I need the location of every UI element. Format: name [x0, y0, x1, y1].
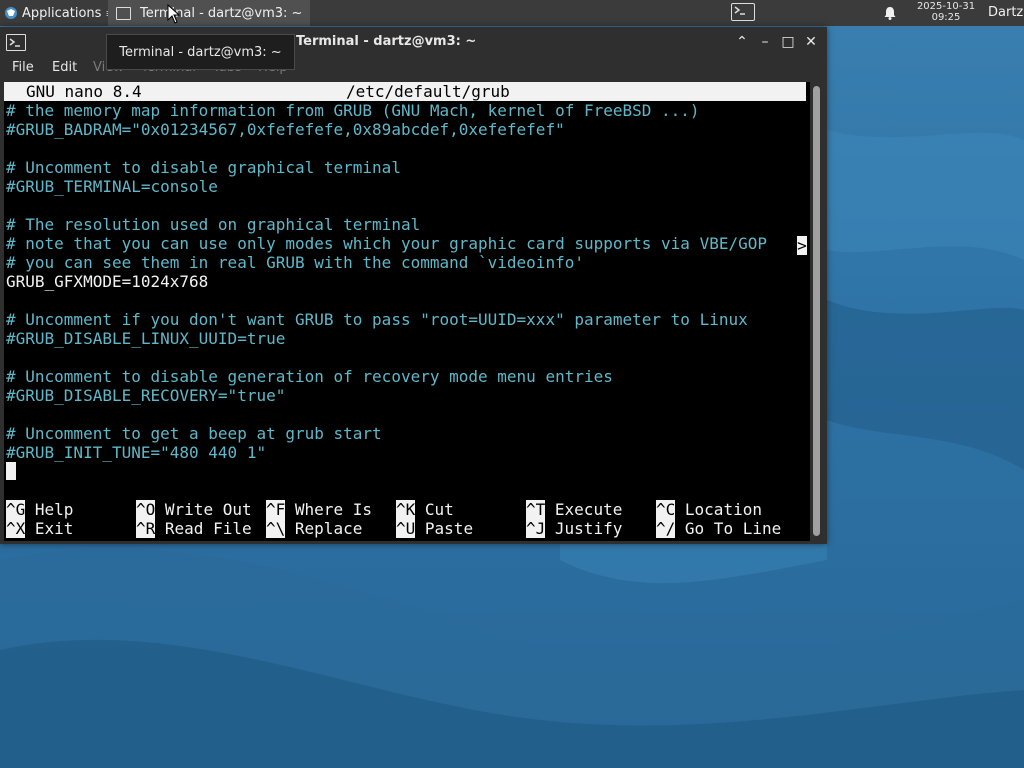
shortcut-key: ^R — [136, 519, 156, 538]
shortcut-key: ^C — [656, 500, 676, 519]
terminal-icon — [116, 6, 131, 20]
shortcut-label: Read File — [164, 519, 252, 538]
shortcut-location[interactable]: ^C Location — [656, 500, 762, 519]
shortcut-key: ^K — [396, 500, 416, 519]
shortcut-key: ^\ — [266, 519, 286, 538]
taskbar-terminal-label: Terminal - dartz@vm3: ~ — [140, 5, 303, 21]
nano-version: GNU nano 8.4 — [26, 82, 142, 101]
applications-menu-button[interactable]: Applications ≡ — [0, 0, 115, 26]
editor-line: # Uncomment if you don't want GRUB to pa… — [6, 310, 748, 329]
menu-file[interactable]: File — [12, 60, 34, 75]
shortcut-label: Execute — [554, 500, 623, 519]
shortcut-key: ^U — [396, 519, 416, 538]
user-menu-button[interactable]: Dartz — [988, 0, 1023, 26]
shortcut-key: ^G — [6, 500, 26, 519]
shortcut-label: Cut — [424, 500, 454, 519]
shortcut-key: ^T — [526, 500, 546, 519]
window-maximize-button[interactable]: □ — [780, 34, 796, 50]
shortcut-label: Replace — [294, 519, 363, 538]
window-shade-button[interactable]: ⌃ — [734, 34, 750, 50]
editor-line: #GRUB_INIT_TUNE="480 440 1" — [6, 443, 267, 462]
shortcut-key: ^O — [136, 500, 156, 519]
editor-line: #GRUB_DISABLE_RECOVERY="true" — [6, 386, 286, 405]
shortcut-exit[interactable]: ^X Exit — [6, 519, 73, 538]
shortcut-where-is[interactable]: ^F Where Is — [266, 500, 372, 519]
shortcut-paste[interactable]: ^U Paste — [396, 519, 473, 538]
line-overflow-marker: > — [797, 236, 807, 255]
terminal-scrollbar[interactable] — [811, 82, 824, 541]
shortcut-label: Location — [684, 500, 762, 519]
shortcut-justify[interactable]: ^J Justify — [526, 519, 622, 538]
terminal-window: Terminal - dartz@vm3: ~ ⌃ – □ ✕ File Edi… — [0, 27, 827, 544]
shortcut-key: ^X — [6, 519, 26, 538]
panel-clock[interactable]: 2025-10-31 09:25 — [908, 1, 984, 23]
shortcut-label: Go To Line — [684, 519, 782, 538]
editor-line: # Uncomment to disable graphical termina… — [6, 158, 401, 177]
shortcut-help[interactable]: ^G Help — [6, 500, 73, 519]
editor-line: #GRUB_BADRAM="0x01234567,0xfefefefe,0x89… — [6, 120, 565, 139]
shortcut-label: Exit — [34, 519, 74, 538]
applications-label: Applications — [22, 5, 102, 21]
shortcut-execute[interactable]: ^T Execute — [526, 500, 622, 519]
shortcut-write-out[interactable]: ^O Write Out — [136, 500, 252, 519]
editor-line: #GRUB_TERMINAL=console — [6, 177, 218, 196]
window-close-button[interactable]: ✕ — [803, 34, 819, 50]
editor-line: # the memory map information from GRUB (… — [6, 101, 700, 120]
shortcut-label: Paste — [424, 519, 474, 538]
shortcut-label: Where Is — [294, 500, 372, 519]
terminal-prompt-icon — [731, 3, 755, 21]
taskbar-tooltip: Terminal - dartz@vm3: ~ — [106, 34, 295, 70]
editor-line: # you can see them in real GRUB with the… — [6, 253, 584, 272]
terminal-launcher-button[interactable] — [729, 2, 757, 22]
editor-line: # The resolution used on graphical termi… — [6, 215, 421, 234]
scrollbar-thumb[interactable] — [813, 86, 820, 536]
text-cursor — [6, 462, 16, 480]
window-title: Terminal - dartz@vm3: ~ — [296, 34, 477, 49]
shortcut-key: ^F — [266, 500, 286, 519]
clock-date: 2025-10-31 — [916, 1, 976, 12]
top-panel: Applications ≡ Terminal - dartz@vm3: ~ 2… — [0, 0, 1024, 26]
nano-file-path: /etc/default/grub — [346, 82, 510, 101]
editor-line: # Uncomment to get a beep at grub start — [6, 424, 382, 443]
menu-edit[interactable]: Edit — [52, 60, 77, 75]
window-terminal-icon[interactable] — [6, 34, 26, 51]
shortcut-cut[interactable]: ^K Cut — [396, 500, 454, 519]
shortcut-label: Write Out — [164, 500, 252, 519]
editor-line: # Uncomment to disable generation of rec… — [6, 367, 613, 386]
shortcut-key: ^J — [526, 519, 546, 538]
xfce-logo-icon — [5, 7, 17, 19]
mouse-pointer-icon — [167, 4, 181, 24]
window-minimize-button[interactable]: – — [757, 34, 773, 50]
editor-line: #GRUB_DISABLE_LINUX_UUID=true — [6, 329, 286, 348]
terminal-content[interactable]: GNU nano 8.4 /etc/default/grub # the mem… — [4, 82, 810, 541]
taskbar-terminal-button[interactable]: Terminal - dartz@vm3: ~ — [108, 0, 310, 26]
shortcut-label: Justify — [554, 519, 623, 538]
editor-line: GRUB_GFXMODE=1024x768 — [6, 272, 209, 291]
editor-line: # note that you can use only modes which… — [6, 234, 767, 253]
shortcut-replace[interactable]: ^\ Replace — [266, 519, 362, 538]
clock-time: 09:25 — [931, 12, 961, 23]
nano-title-bar: GNU nano 8.4 /etc/default/grub — [4, 82, 806, 101]
notification-bell-icon[interactable] — [882, 5, 898, 21]
shortcut-key: ^/ — [656, 519, 676, 538]
shortcut-read-file[interactable]: ^R Read File — [136, 519, 252, 538]
shortcut-go-to-line[interactable]: ^/ Go To Line — [656, 519, 781, 538]
shortcut-label: Help — [34, 500, 74, 519]
